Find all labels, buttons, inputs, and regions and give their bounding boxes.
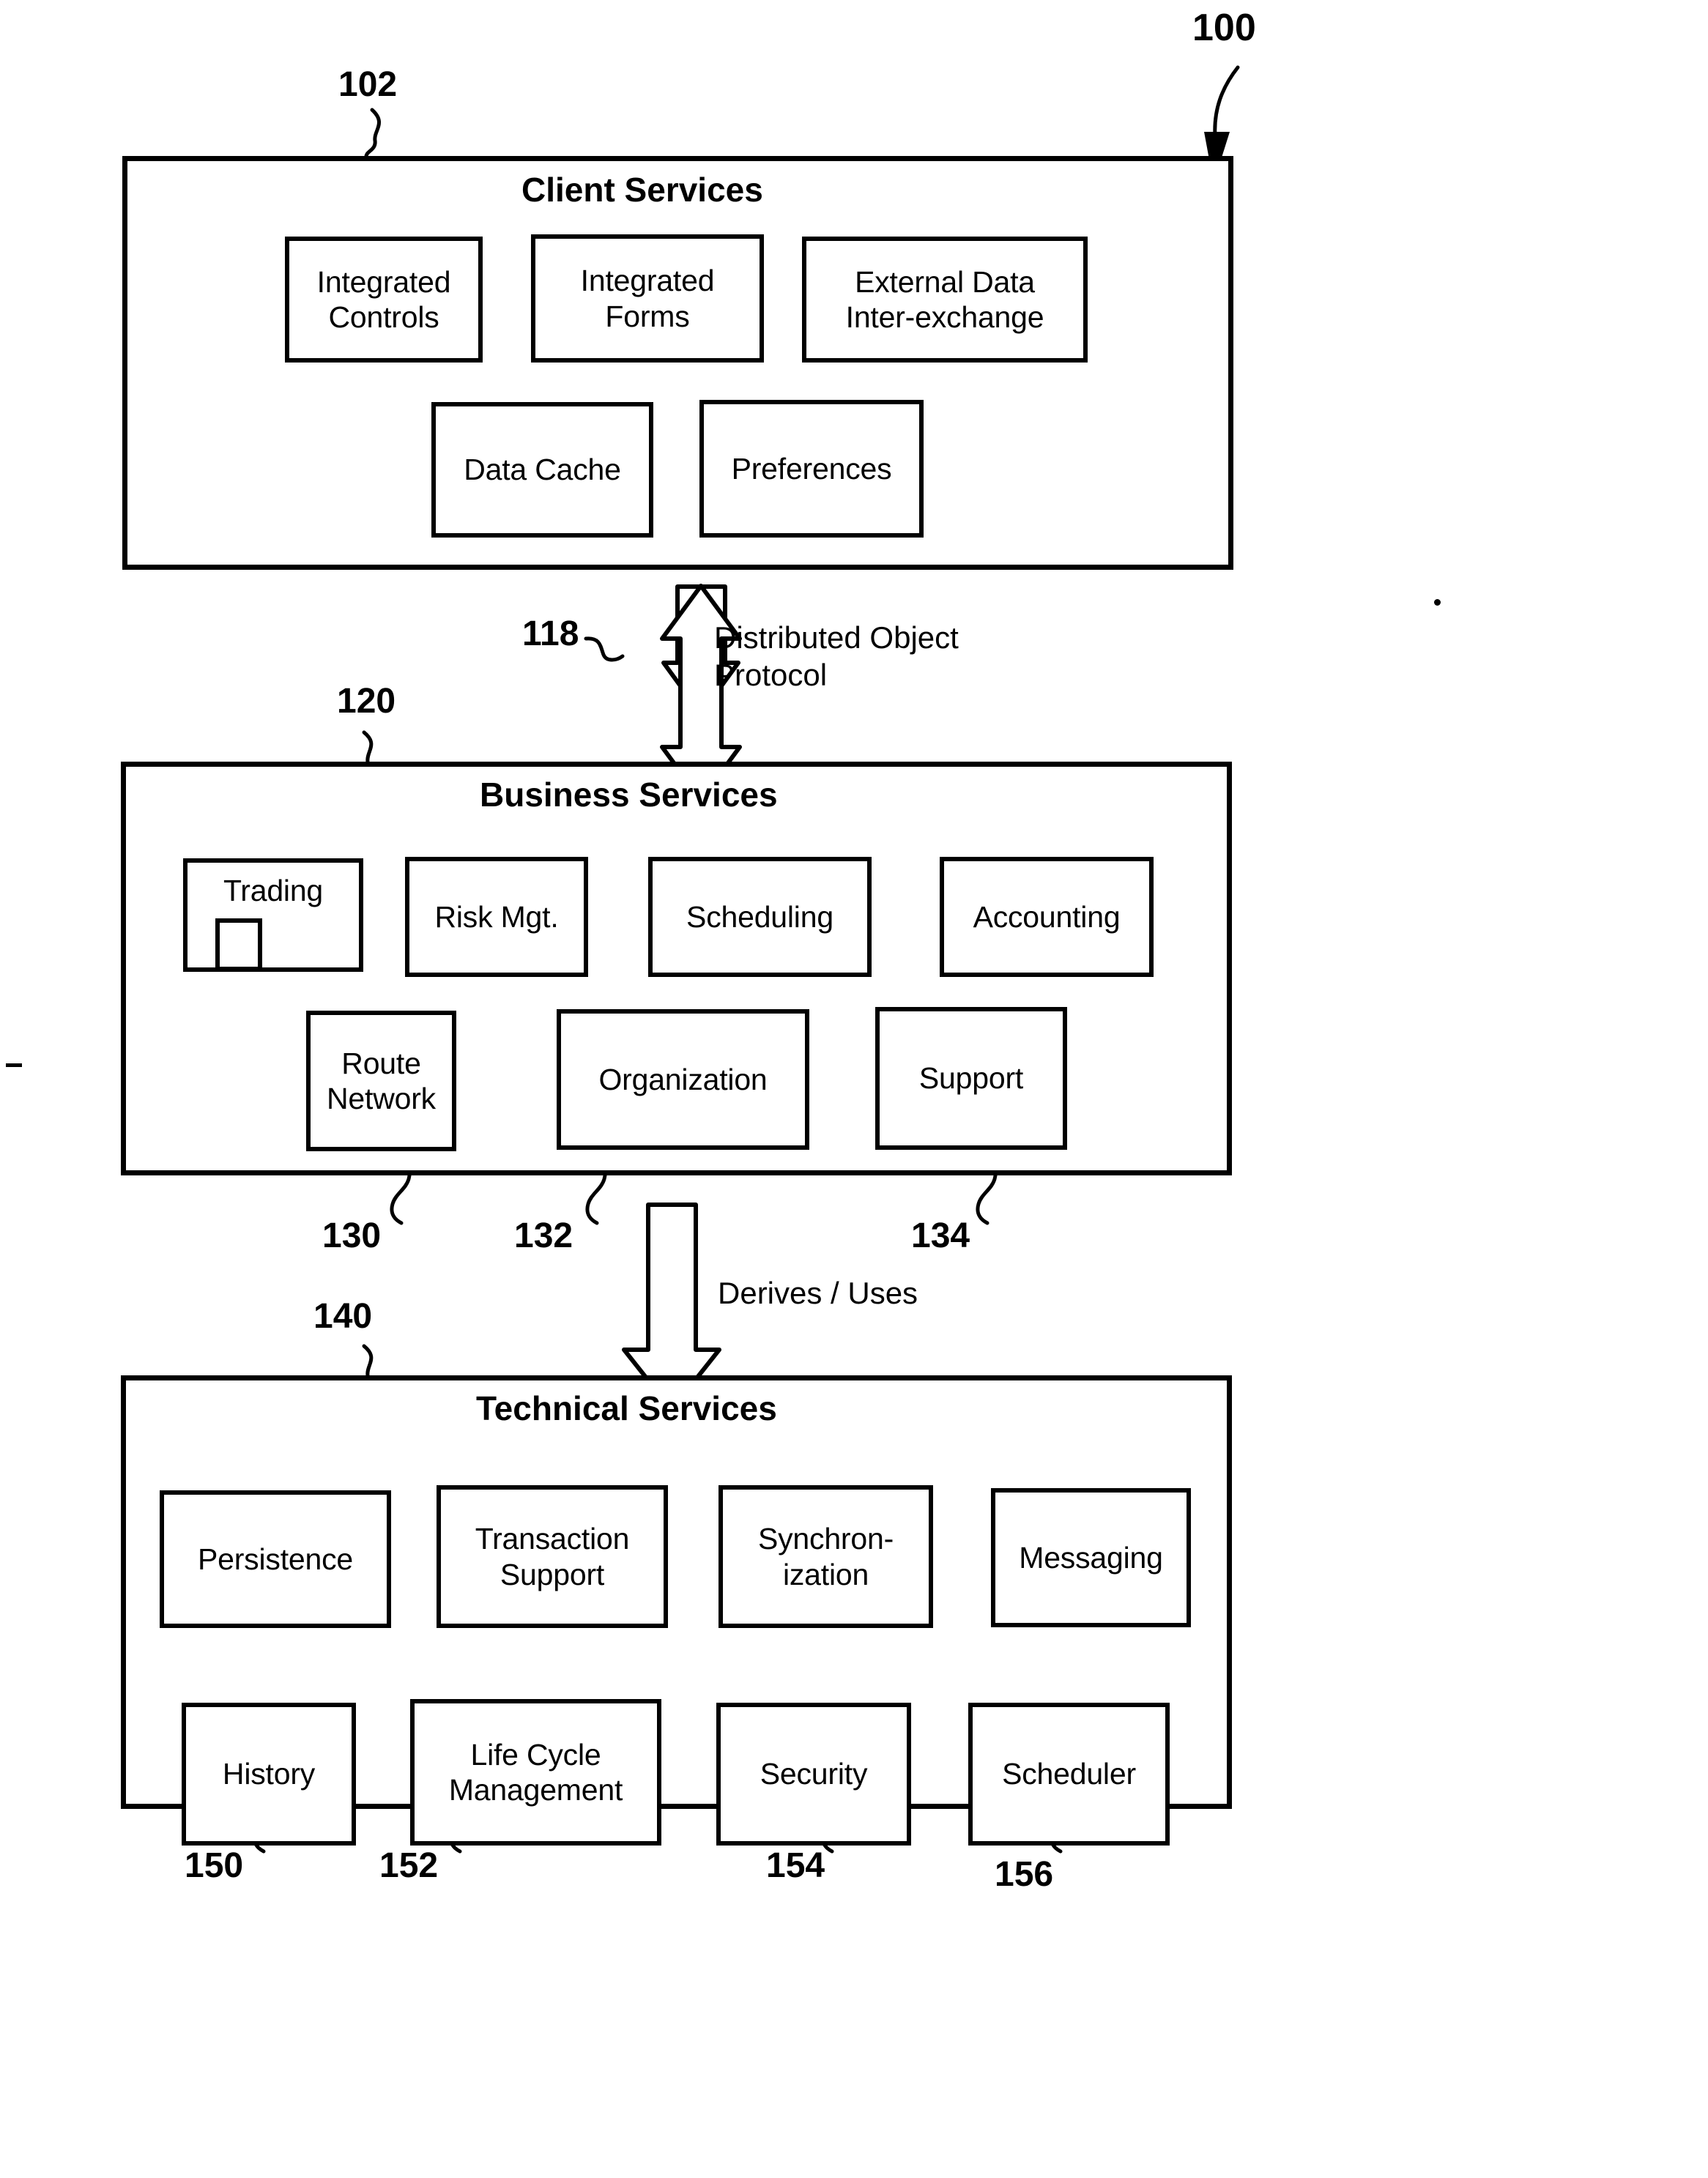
annotation-distributed-object-protocol: Distributed Object Protocol <box>714 620 959 693</box>
ref-102: 102 <box>338 65 398 104</box>
component-scheduling[interactable]: Scheduling <box>648 857 872 977</box>
component-integrated-forms[interactable]: Integrated Forms <box>531 234 764 363</box>
layer-title-technical-services: Technical Services <box>476 1389 777 1427</box>
component-transaction-support[interactable]: Transaction Support <box>437 1485 668 1628</box>
ref-134: 134 <box>911 1216 970 1255</box>
stray-ink-dot <box>1434 599 1441 606</box>
component-messaging[interactable]: Messaging <box>991 1488 1191 1627</box>
component-security[interactable]: Security <box>716 1703 911 1846</box>
ref-150: 150 <box>185 1846 244 1885</box>
curl-118 <box>584 636 625 662</box>
ref-118: 118 <box>522 614 579 653</box>
curl-102 <box>364 108 382 160</box>
component-route-network[interactable]: Route Network <box>306 1011 456 1151</box>
ref-140: 140 <box>313 1297 373 1336</box>
patent-figure-page: 100 102 104 106 108 110 112 118 120 122 … <box>0 0 1708 2178</box>
component-external-data-inter-exchange[interactable]: External Data Inter-exchange <box>802 237 1088 363</box>
ref-100: 100 <box>1192 7 1256 49</box>
component-persistence[interactable]: Persistence <box>160 1490 391 1628</box>
component-preferences[interactable]: Preferences <box>699 400 924 538</box>
component-history[interactable]: History <box>182 1703 356 1846</box>
component-data-cache[interactable]: Data Cache <box>431 402 653 538</box>
component-synchronization[interactable]: Synchron- ization <box>719 1485 933 1628</box>
ref-132: 132 <box>514 1216 573 1255</box>
layer-title-client-services: Client Services <box>521 171 763 209</box>
ref-156: 156 <box>995 1855 1054 1894</box>
component-risk-mgt[interactable]: Risk Mgt. <box>405 857 588 977</box>
component-integrated-controls[interactable]: Integrated Controls <box>285 237 483 363</box>
leader-100 <box>1213 65 1240 138</box>
component-life-cycle-management[interactable]: Life Cycle Management <box>410 1699 661 1846</box>
ref-154: 154 <box>766 1846 825 1885</box>
component-trading-nested-object[interactable] <box>215 918 262 971</box>
annotation-derives-uses: Derives / Uses <box>718 1276 918 1310</box>
curl-140 <box>362 1344 374 1378</box>
component-support[interactable]: Support <box>875 1007 1067 1150</box>
layer-client-services <box>122 156 1233 570</box>
ref-130: 130 <box>322 1216 382 1255</box>
ref-120: 120 <box>337 682 396 721</box>
component-organization[interactable]: Organization <box>557 1009 809 1150</box>
component-trading[interactable]: Trading <box>183 858 363 972</box>
component-scheduler[interactable]: Scheduler <box>968 1703 1170 1846</box>
stray-ink-tick <box>6 1063 22 1067</box>
curl-120 <box>362 730 374 764</box>
layer-title-business-services: Business Services <box>480 776 778 814</box>
ref-152: 152 <box>379 1846 439 1885</box>
component-accounting[interactable]: Accounting <box>940 857 1154 977</box>
